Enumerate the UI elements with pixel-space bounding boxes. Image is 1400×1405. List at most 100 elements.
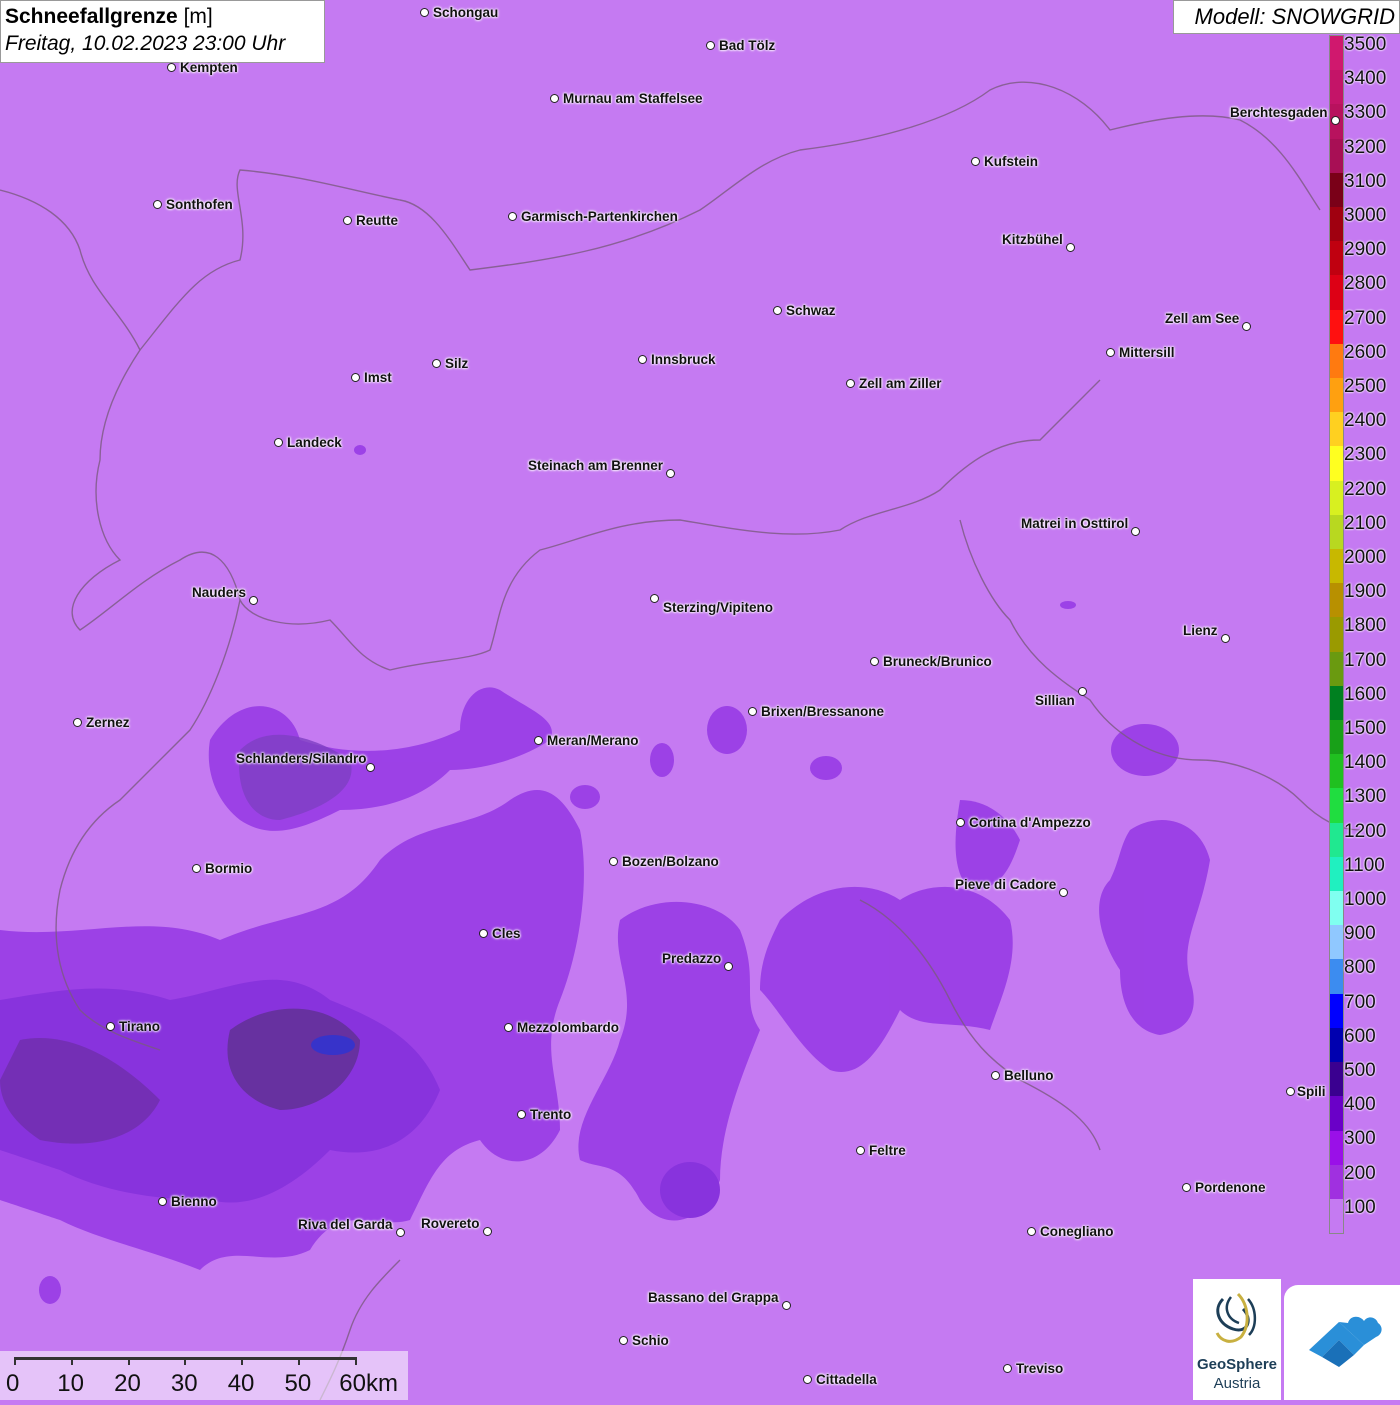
city-label: Garmisch-Partenkirchen	[521, 209, 678, 224]
city-marker[interactable]	[432, 359, 441, 368]
legend-swatch	[1330, 1164, 1343, 1199]
city-marker[interactable]	[192, 864, 201, 873]
city-marker[interactable]	[479, 929, 488, 938]
city-marker[interactable]	[1286, 1087, 1295, 1096]
city-marker[interactable]	[550, 94, 559, 103]
map-title-box: Schneefallgrenze [m] Freitag, 10.02.2023…	[0, 0, 325, 63]
city-marker[interactable]	[1331, 116, 1340, 125]
city-marker[interactable]	[366, 763, 375, 772]
city-label: Reutte	[356, 213, 399, 228]
city-label: Spili	[1297, 1084, 1326, 1099]
city-marker[interactable]	[153, 200, 162, 209]
city-marker[interactable]	[803, 1375, 812, 1384]
legend-label: 1900	[1344, 581, 1387, 603]
city-label: Bad Tölz	[719, 38, 776, 53]
city-marker[interactable]	[846, 379, 855, 388]
city-label: Innsbruck	[651, 352, 716, 367]
city-marker[interactable]	[1221, 634, 1230, 643]
legend-label: 2300	[1344, 444, 1387, 466]
city-marker[interactable]	[1066, 243, 1075, 252]
city-label: Rovereto	[421, 1216, 480, 1231]
geosphere-logo[interactable]: GeoSphere Austria	[1193, 1279, 1281, 1400]
city-label: Bormio	[205, 861, 253, 876]
city-marker[interactable]	[517, 1110, 526, 1119]
city-marker[interactable]	[1059, 888, 1068, 897]
city-marker[interactable]	[748, 707, 757, 716]
city-label: Landeck	[287, 435, 342, 450]
city-marker[interactable]	[343, 216, 352, 225]
city-marker[interactable]	[782, 1301, 791, 1310]
app-logo[interactable]	[1284, 1285, 1400, 1400]
legend-label: 1700	[1344, 649, 1387, 671]
legend-swatch	[1330, 343, 1343, 379]
city-marker[interactable]	[534, 736, 543, 745]
scale-label: 0	[6, 1370, 20, 1397]
city-marker[interactable]	[483, 1227, 492, 1236]
city-marker[interactable]	[1003, 1364, 1012, 1373]
legend-label: 2200	[1344, 478, 1387, 500]
city-label: Predazzo	[662, 951, 722, 966]
city-marker[interactable]	[351, 373, 360, 382]
city-marker[interactable]	[1106, 348, 1115, 357]
legend-swatch	[1330, 891, 1343, 926]
scale-tick	[14, 1357, 16, 1365]
city-label: Mittersill	[1119, 345, 1175, 360]
city-marker[interactable]	[856, 1146, 865, 1155]
city-marker[interactable]	[638, 355, 647, 364]
city-marker[interactable]	[956, 818, 965, 827]
legend-label: 2800	[1344, 273, 1387, 295]
city-marker[interactable]	[870, 657, 879, 666]
legend-swatch	[1330, 446, 1343, 481]
city-marker[interactable]	[1027, 1227, 1036, 1236]
city-marker[interactable]	[167, 63, 176, 72]
city-label: Sterzing/Vipiteno	[663, 600, 774, 615]
legend-label: 1400	[1344, 752, 1387, 774]
city-label: Cortina d'Ampezzo	[969, 815, 1091, 830]
city-marker[interactable]	[773, 306, 782, 315]
scale-tick	[298, 1357, 300, 1365]
legend-swatch	[1330, 275, 1343, 310]
cloud-mountain-icon	[1309, 1316, 1382, 1367]
legend-swatch	[1330, 138, 1343, 173]
city-label: Sillian	[1035, 693, 1075, 708]
city-marker[interactable]	[991, 1071, 1000, 1080]
city-marker[interactable]	[508, 212, 517, 221]
legend-label: 900	[1344, 923, 1376, 945]
city-label: Berchtesgaden	[1230, 105, 1328, 120]
scale-label: 50	[284, 1370, 312, 1397]
scale-label: 10	[57, 1370, 84, 1397]
legend-swatch	[1330, 1062, 1343, 1097]
city-label: Tirano	[119, 1019, 161, 1034]
city-marker[interactable]	[396, 1228, 405, 1237]
legend-swatch	[1330, 1130, 1343, 1165]
legend-swatch	[1330, 617, 1343, 652]
city-marker[interactable]	[73, 718, 82, 727]
legend-swatch	[1330, 651, 1343, 686]
city-marker[interactable]	[724, 962, 733, 971]
city-marker[interactable]	[706, 41, 715, 50]
city-marker[interactable]	[420, 8, 429, 17]
city-marker[interactable]	[650, 594, 659, 603]
city-marker[interactable]	[619, 1336, 628, 1345]
city-marker[interactable]	[106, 1022, 115, 1031]
city-marker[interactable]	[971, 157, 980, 166]
legend-label: 800	[1344, 957, 1376, 979]
city-marker[interactable]	[1131, 527, 1140, 536]
city-marker[interactable]	[609, 857, 618, 866]
city-marker[interactable]	[1242, 322, 1251, 331]
city-marker[interactable]	[249, 596, 258, 605]
city-label: Bienno	[171, 1194, 217, 1209]
city-marker[interactable]	[666, 469, 675, 478]
city-label: Mezzolombardo	[517, 1020, 620, 1035]
city-marker[interactable]	[158, 1197, 167, 1206]
legend-label: 500	[1344, 1060, 1376, 1081]
legend-swatch	[1330, 172, 1343, 208]
city-marker[interactable]	[1078, 687, 1087, 696]
city-label: Imst	[364, 370, 392, 385]
city-marker[interactable]	[1182, 1183, 1191, 1192]
city-label: Riva del Garda	[298, 1217, 393, 1232]
city-label: Feltre	[869, 1143, 906, 1158]
city-label: Cles	[492, 926, 521, 941]
city-marker[interactable]	[504, 1023, 513, 1032]
city-marker[interactable]	[274, 438, 283, 447]
